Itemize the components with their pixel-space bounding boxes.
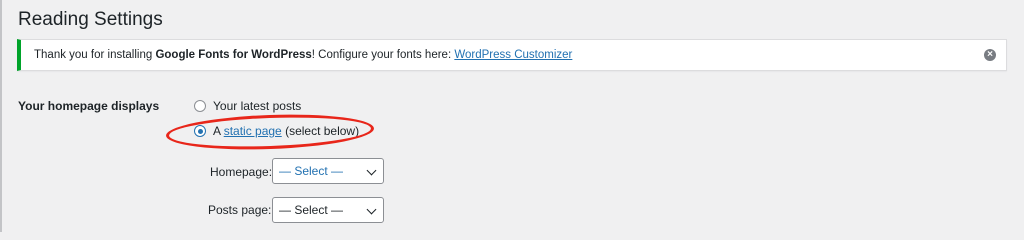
- chevron-down-icon: [366, 165, 377, 176]
- homepage-displays-label: Your homepage displays: [18, 99, 160, 113]
- homepage-select[interactable]: — Select —: [272, 158, 384, 184]
- radio-static-page-label: A static page (select below): [213, 124, 359, 138]
- page-title: Reading Settings: [18, 9, 163, 30]
- posts-page-select-value: — Select —: [279, 203, 344, 217]
- radio-latest-posts-label: Your latest posts: [213, 99, 302, 113]
- notice-text-middle: ! Configure your fonts here:: [311, 49, 455, 61]
- static-page-link[interactable]: static page: [224, 124, 282, 138]
- chevron-down-icon: [366, 204, 377, 215]
- posts-page-select-label: Posts page:: [208, 203, 272, 217]
- dismiss-notice-icon[interactable]: ×: [984, 49, 996, 61]
- radio-static-page[interactable]: [194, 125, 206, 137]
- radio-latest-posts[interactable]: [194, 100, 206, 112]
- customizer-link[interactable]: WordPress Customizer: [454, 49, 572, 61]
- homepage-select-value: — Select —: [279, 164, 344, 178]
- posts-page-select[interactable]: — Select —: [272, 197, 384, 223]
- notice-text-prefix: Thank you for installing: [34, 49, 156, 61]
- notice-plugin-name: Google Fonts for WordPress: [155, 49, 312, 61]
- notice-message: Thank you for installing Google Fonts fo…: [34, 48, 572, 62]
- radio-option-latest-posts[interactable]: Your latest posts: [194, 99, 301, 113]
- admin-frame-edge: [0, 0, 2, 232]
- static-page-prefix: A: [213, 124, 224, 138]
- static-page-suffix: (select below): [281, 124, 360, 138]
- radio-option-static-page[interactable]: A static page (select below): [194, 124, 359, 138]
- success-notice: Thank you for installing Google Fonts fo…: [17, 39, 1007, 71]
- homepage-select-label: Homepage:: [210, 165, 273, 179]
